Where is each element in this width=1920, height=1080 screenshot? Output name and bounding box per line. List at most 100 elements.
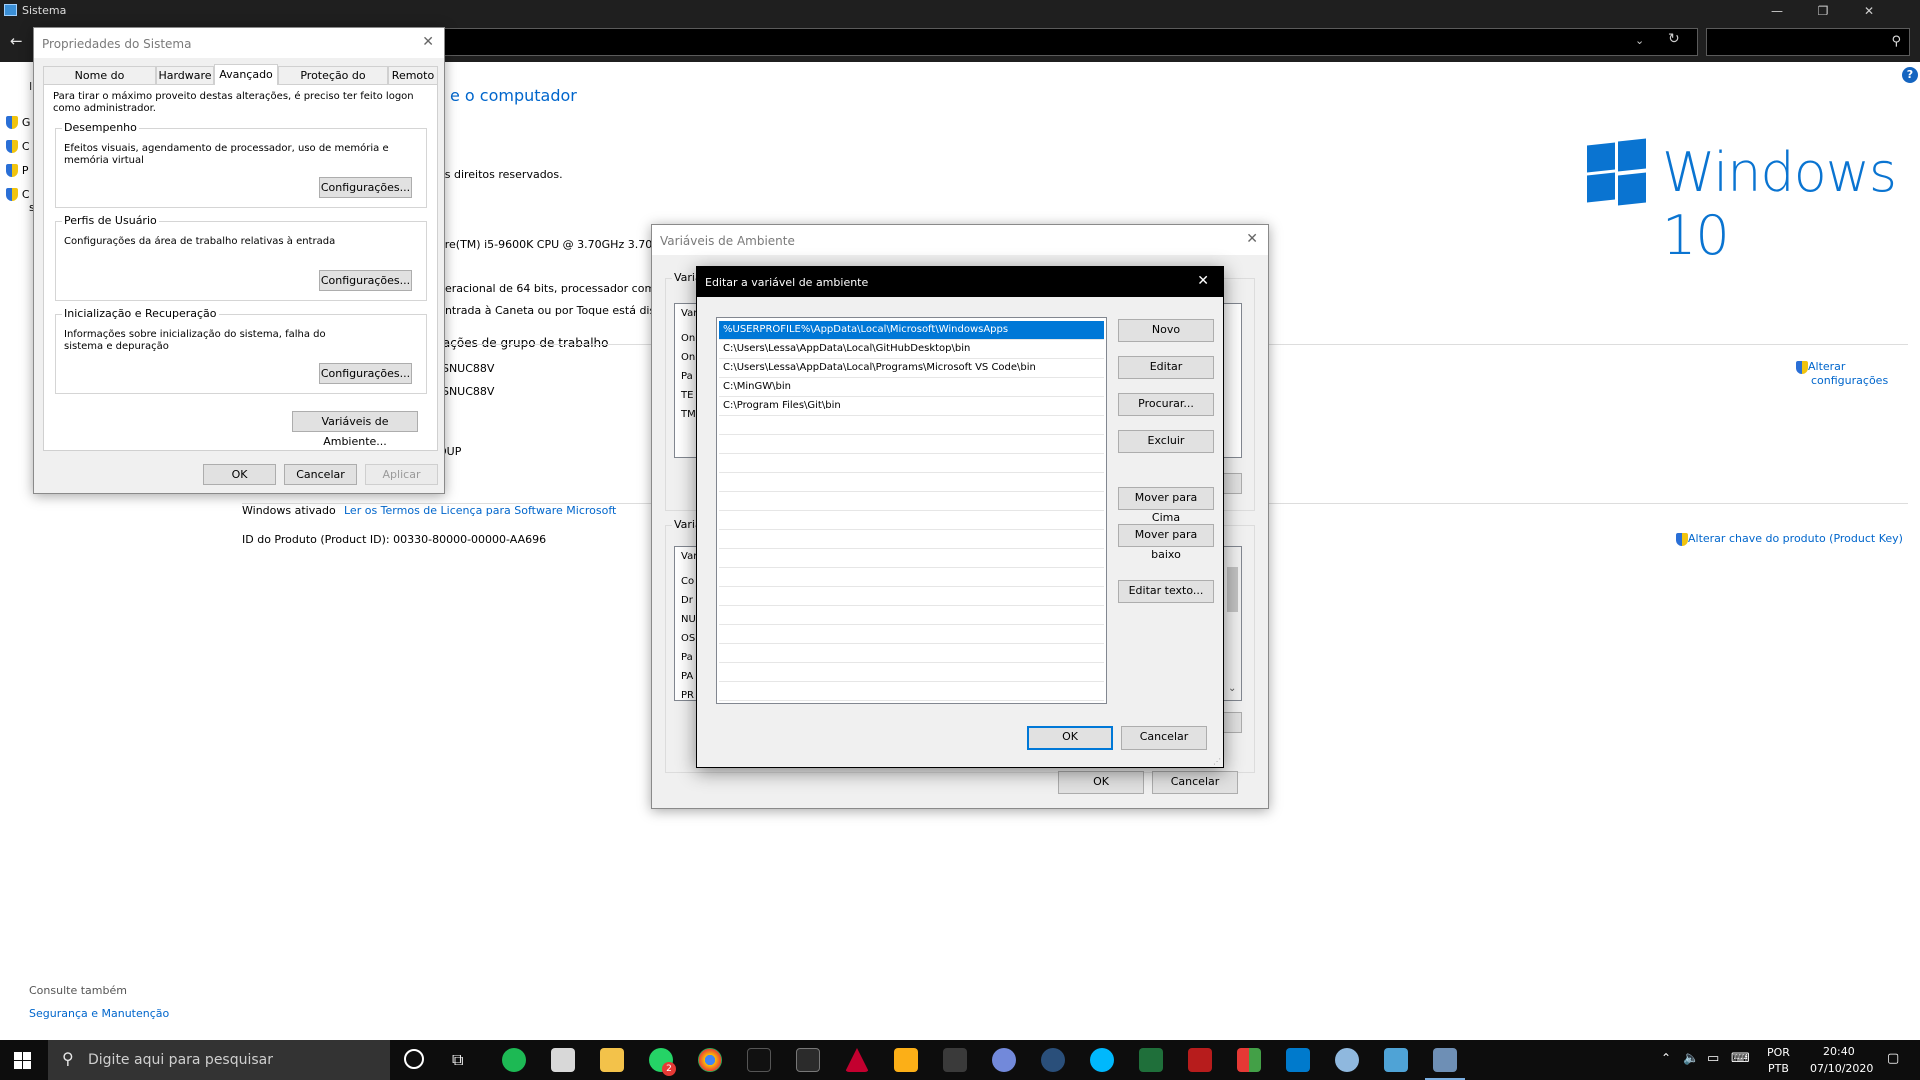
refresh-icon[interactable]: ↻ <box>1668 31 1680 47</box>
security-maintenance-link[interactable]: Segurança e Manutenção <box>29 1007 169 1020</box>
task-view-icon[interactable]: ⧉ <box>452 1050 463 1070</box>
empty-list-row[interactable] <box>719 416 1104 435</box>
list-item[interactable]: C:\Users\Lessa\AppData\Local\Programs\Mi… <box>719 359 1104 378</box>
scrollbar-thumb[interactable] <box>1227 567 1238 612</box>
list-item[interactable]: Co <box>681 572 696 591</box>
close-window-button[interactable]: ✕ <box>1846 0 1892 22</box>
chevron-up-icon[interactable]: ⌃ <box>1661 1051 1671 1065</box>
list-item[interactable]: %USERPROFILE%\AppData\Local\Microsoft\Wi… <box>719 321 1104 340</box>
browse-button[interactable]: Procurar... <box>1118 393 1214 416</box>
tab-hardware[interactable]: Hardware <box>156 66 214 84</box>
empty-list-row[interactable] <box>719 473 1104 492</box>
scrollbar[interactable]: ⌄ <box>1223 547 1241 700</box>
empty-list-row[interactable] <box>719 549 1104 568</box>
volume-icon[interactable]: 🔈 <box>1683 1051 1699 1066</box>
move-down-button[interactable]: Mover para baixo <box>1118 524 1214 561</box>
list-item[interactable]: On <box>681 348 696 367</box>
license-terms-link[interactable]: Ler os Termos de Licença para Software M… <box>344 504 616 517</box>
file-explorer-icon[interactable] <box>600 1048 624 1072</box>
change-settings-link[interactable]: Alterar configurações <box>1796 360 1888 387</box>
keyboard-layout[interactable]: PTB <box>1768 1062 1789 1075</box>
calculator-icon[interactable] <box>796 1048 820 1072</box>
control-panel-icon[interactable] <box>1384 1048 1408 1072</box>
tab-remote[interactable]: Remoto <box>388 66 438 84</box>
notification-icon[interactable]: ▢ <box>1887 1051 1899 1066</box>
logitech-icon[interactable] <box>1090 1048 1114 1072</box>
move-up-button[interactable]: Mover para Cima <box>1118 487 1214 524</box>
list-item[interactable]: PR <box>681 686 696 705</box>
ok-button[interactable]: OK <box>1027 726 1113 750</box>
restore-button[interactable]: ❐ <box>1800 0 1846 22</box>
edit-button[interactable]: Editar <box>1118 356 1214 379</box>
app-mw-icon[interactable] <box>747 1048 771 1072</box>
cancel-button[interactable]: Cancelar <box>1152 771 1238 794</box>
app-red-icon[interactable] <box>1188 1048 1212 1072</box>
startup-recovery-settings-button[interactable]: Configurações... <box>319 363 412 384</box>
close-icon[interactable]: ✕ <box>1197 273 1209 289</box>
cortana-icon[interactable] <box>404 1049 424 1069</box>
ok-button[interactable]: OK <box>203 464 276 485</box>
empty-list-row[interactable] <box>719 663 1104 682</box>
list-item[interactable]: PA <box>681 667 696 686</box>
path-entries-list[interactable]: %USERPROFILE%\AppData\Local\Microsoft\Wi… <box>716 317 1107 704</box>
clock-time[interactable]: 20:40 <box>1823 1045 1855 1058</box>
network-icon[interactable]: ▭ <box>1707 1051 1719 1066</box>
empty-list-row[interactable] <box>719 644 1104 663</box>
app-multicolor-icon[interactable] <box>1237 1048 1261 1072</box>
user-profiles-settings-button[interactable]: Configurações... <box>319 270 412 291</box>
sidebar-item[interactable]: C <box>6 187 35 201</box>
ok-button[interactable]: OK <box>1058 771 1144 794</box>
delete-button[interactable]: Excluir <box>1118 430 1214 453</box>
chrome-icon[interactable] <box>698 1048 722 1072</box>
performance-settings-button[interactable]: Configurações... <box>319 177 412 198</box>
close-icon[interactable]: ✕ <box>1246 231 1258 247</box>
tab-system-protection[interactable]: Proteção do Sistema <box>278 66 388 100</box>
change-product-key-link[interactable]: Alterar chave do produto (Product Key) <box>1676 532 1903 546</box>
spotify-icon[interactable] <box>502 1048 526 1072</box>
empty-list-row[interactable] <box>719 454 1104 473</box>
windows-start-icon[interactable] <box>14 1052 31 1069</box>
tab-computer-name[interactable]: Nome do Computador <box>43 66 156 100</box>
empty-list-row[interactable] <box>719 492 1104 511</box>
close-icon[interactable]: ✕ <box>422 34 434 50</box>
store-icon[interactable] <box>551 1048 575 1072</box>
list-item[interactable]: TE <box>681 386 696 405</box>
sidebar-item[interactable]: C <box>6 139 35 163</box>
empty-list-row[interactable] <box>719 511 1104 530</box>
empty-list-row[interactable] <box>719 568 1104 587</box>
discord-icon[interactable] <box>992 1048 1016 1072</box>
tab-advanced[interactable]: Avançado <box>214 64 278 85</box>
search-input[interactable]: ⚲ <box>1706 28 1910 56</box>
empty-list-row[interactable] <box>719 587 1104 606</box>
steam-icon[interactable] <box>1041 1048 1065 1072</box>
list-item[interactable]: NU <box>681 610 696 629</box>
empty-list-row[interactable] <box>719 625 1104 644</box>
list-item[interactable]: C:\Users\Lessa\AppData\Local\GitHubDeskt… <box>719 340 1104 359</box>
system-properties-icon[interactable] <box>1433 1048 1457 1072</box>
sidebar-item[interactable]: G <box>6 115 35 139</box>
taskbar-search-box[interactable]: ⚲ Digite aqui para pesquisar <box>48 1040 390 1080</box>
list-item[interactable]: Dr <box>681 591 696 610</box>
minimize-button[interactable]: — <box>1754 0 1800 22</box>
new-button[interactable]: Novo <box>1118 319 1214 342</box>
environment-variables-button[interactable]: Variáveis de Ambiente... <box>292 411 418 448</box>
list-item[interactable]: On <box>681 329 696 348</box>
cancel-button[interactable]: Cancelar <box>284 464 357 485</box>
empty-list-row[interactable] <box>719 530 1104 549</box>
chevron-down-icon[interactable]: ⌄ <box>1635 34 1644 47</box>
empty-list-row[interactable] <box>719 682 1104 701</box>
vscode-icon[interactable] <box>1286 1048 1310 1072</box>
app-palette-icon[interactable] <box>1335 1048 1359 1072</box>
empty-list-row[interactable] <box>719 606 1104 625</box>
chevron-down-icon[interactable]: ⌄ <box>1228 683 1236 694</box>
resize-grip-icon[interactable]: ⋰ <box>1213 757 1221 766</box>
angular-icon[interactable] <box>845 1048 869 1072</box>
list-item[interactable]: OS <box>681 629 696 648</box>
apply-button[interactable]: Aplicar <box>365 464 438 485</box>
sidebar-item[interactable]: P <box>6 163 35 187</box>
keyboard-icon[interactable]: ⌨ <box>1731 1051 1750 1066</box>
list-item[interactable]: C:\MinGW\bin <box>719 378 1104 397</box>
help-icon[interactable]: ? <box>1902 67 1918 83</box>
list-item[interactable]: TM <box>681 405 696 424</box>
language-code[interactable]: POR <box>1767 1046 1790 1059</box>
